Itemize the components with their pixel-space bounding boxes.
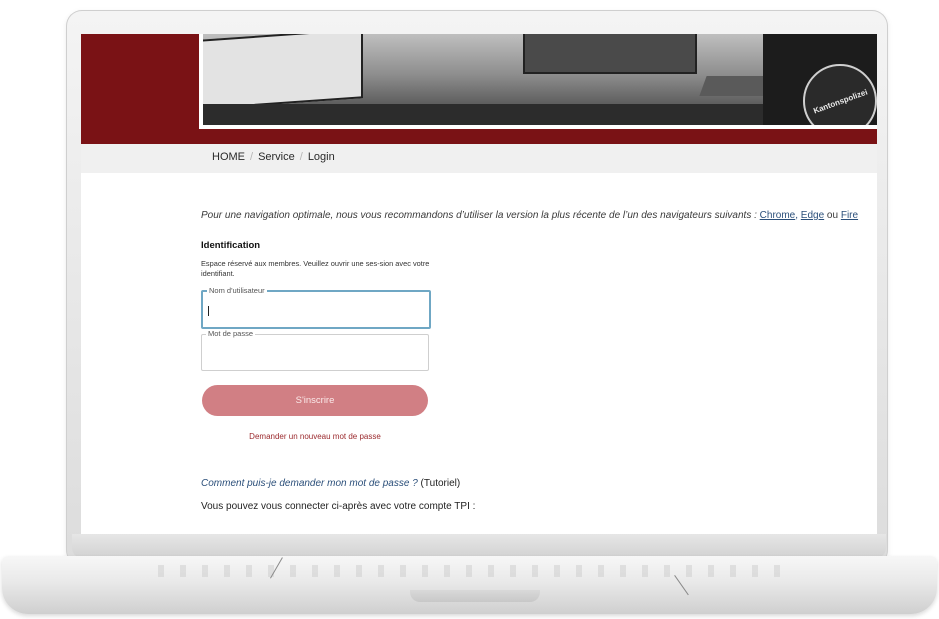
username-field[interactable]: Nom d'utilisateur	[201, 286, 431, 329]
monitor-image	[523, 34, 697, 74]
breadcrumb: HOME / Service / Login	[212, 151, 335, 163]
keyboard-keys	[150, 565, 790, 577]
breadcrumb-separator: /	[250, 151, 254, 163]
browser-notice: Pour une navigation optimale, nous vous …	[201, 210, 858, 221]
breadcrumb-login[interactable]: Login	[308, 151, 335, 163]
notice-or: ou	[824, 210, 841, 221]
tpi-text: Vous pouvez vous connecter ci-après avec…	[201, 501, 476, 512]
edge-link[interactable]: Edge	[801, 210, 824, 221]
username-input[interactable]	[209, 302, 423, 315]
police-badge-icon: Kantonspolizei	[803, 64, 877, 125]
breadcrumb-bar	[81, 144, 877, 173]
laptop-notch	[410, 590, 540, 602]
howto-link[interactable]: Comment puis-je demander mon mot de pass…	[201, 478, 418, 489]
banner-photo: Kantonspolizei	[203, 34, 877, 129]
breadcrumb-separator: /	[299, 151, 303, 163]
password-input[interactable]	[208, 345, 422, 358]
header-banner: Kantonspolizei	[81, 34, 877, 144]
username-label: Nom d'utilisateur	[207, 286, 267, 295]
badge-text: Kantonspolizei	[811, 87, 869, 115]
firefox-link[interactable]: Fire	[841, 210, 858, 221]
chrome-link[interactable]: Chrome	[760, 210, 796, 221]
identification-description: Espace réservé aux membres. Veuillez ouv…	[201, 259, 430, 278]
password-field[interactable]: Mot de passe	[201, 329, 429, 371]
notice-text: Pour une navigation optimale, nous vous …	[201, 210, 760, 221]
laptop-bezel-bottom	[72, 534, 886, 558]
screen: Kantonspolizei HOME / Service / Login Pour u…	[81, 34, 877, 534]
breadcrumb-service[interactable]: Service	[258, 151, 295, 163]
howto-suffix: (Tutoriel)	[417, 478, 461, 489]
monitor-image	[203, 34, 363, 110]
password-label: Mot de passe	[206, 329, 256, 338]
identification-title: Identification	[201, 240, 261, 251]
login-button[interactable]: S'inscrire	[202, 385, 428, 416]
howto-line: Comment puis-je demander mon mot de pass…	[201, 478, 460, 489]
forgot-password-link[interactable]: Demander un nouveau mot de passe	[202, 432, 428, 441]
breadcrumb-home[interactable]: HOME	[212, 151, 245, 163]
